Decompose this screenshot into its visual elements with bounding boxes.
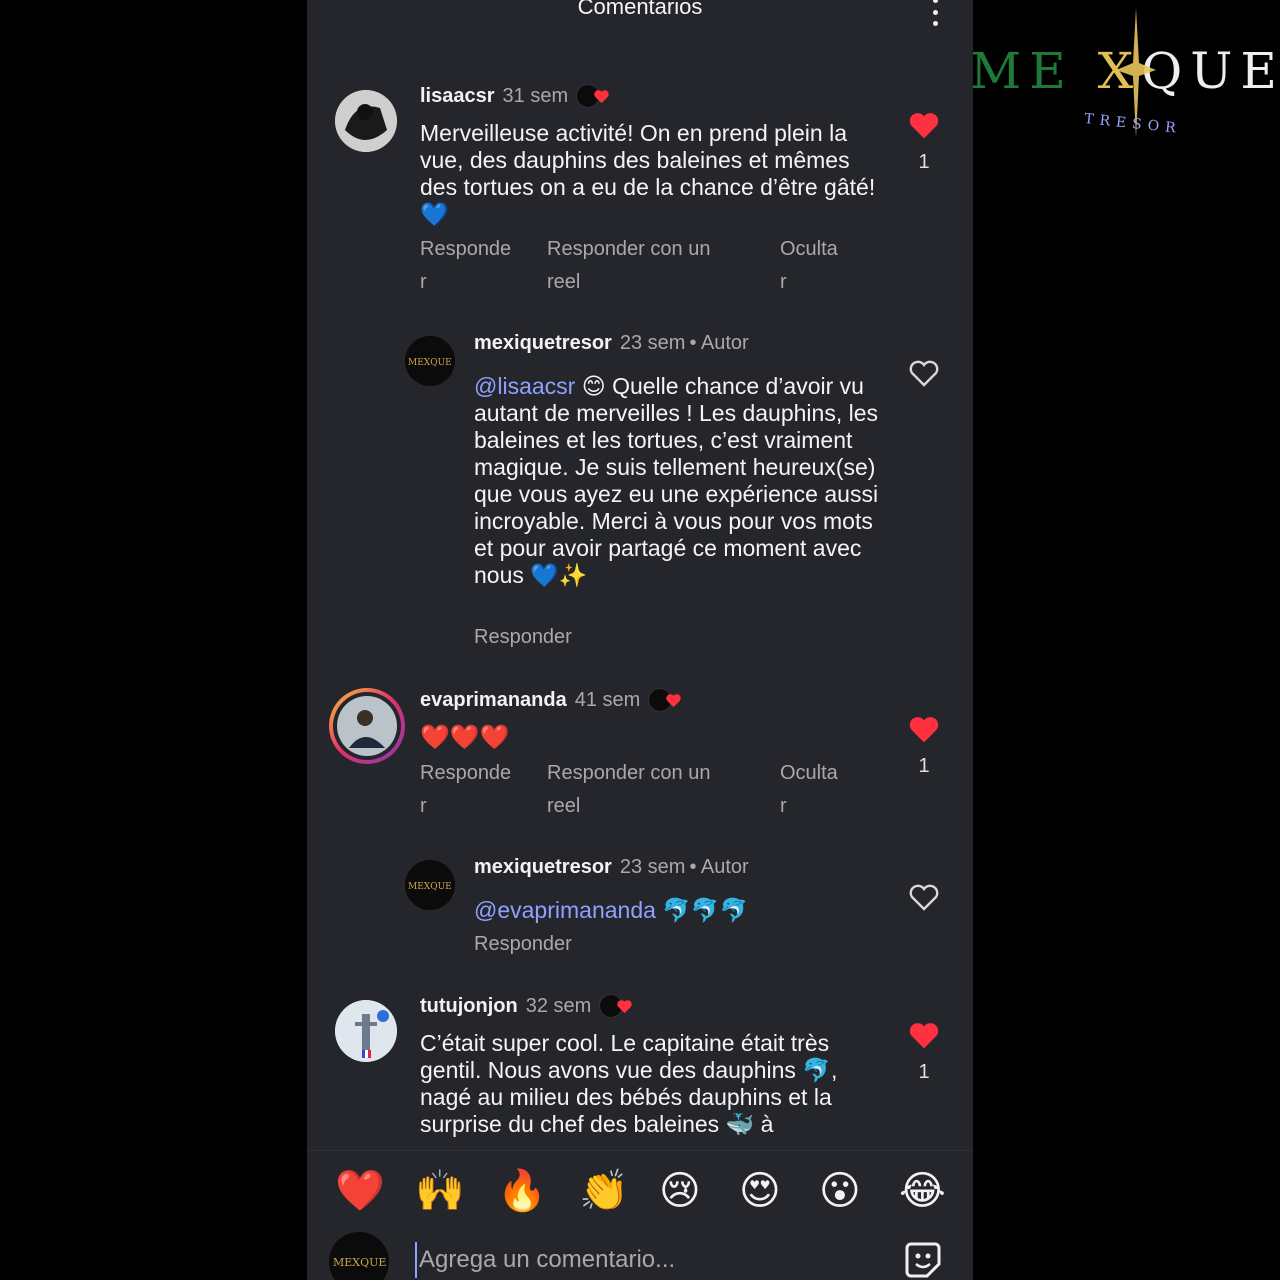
timestamp: 23 sem [619, 856, 686, 878]
mention-link[interactable]: @lisaacsr [474, 373, 575, 399]
like-count: 1 [918, 151, 930, 173]
page-title: Comentarios [577, 0, 703, 19]
username[interactable]: tutujonjon [420, 995, 518, 1018]
author-badge: • Autor [689, 332, 749, 354]
timestamp: 31 sem [502, 84, 569, 107]
username[interactable]: mexiquetresor [474, 332, 612, 355]
mention-link[interactable]: @evaprimananda [474, 897, 656, 923]
hide-button[interactable]: Oculta r [780, 233, 838, 299]
reply-button[interactable]: Responder [420, 757, 511, 823]
author-badge: • Autor [689, 856, 749, 878]
avatar[interactable] [335, 1000, 397, 1062]
username[interactable]: mexiquetresor [474, 856, 612, 879]
avatar[interactable]: MEXQUE [405, 860, 455, 910]
like-control[interactable]: 1 [904, 1020, 944, 1084]
svg-text:MEXQUE: MEXQUE [408, 882, 452, 892]
reply-button[interactable]: Responder [474, 933, 572, 956]
comment-text: Merveilleuse activité! On en prend plein… [420, 120, 876, 227]
heart-filled-icon[interactable] [908, 110, 940, 140]
timestamp: 32 sem [525, 994, 592, 1017]
author-liked-badge [576, 84, 610, 108]
brand-logo: ME XQUE TRESOR [966, 8, 1280, 148]
svg-text:MEXQUE: MEXQUE [333, 1256, 386, 1269]
avatar[interactable]: MEXQUE [405, 336, 455, 386]
username[interactable]: lisaacsr [420, 85, 495, 108]
comment-actions: Responde r Responder con un reel Oculta r [420, 233, 880, 303]
comments-panel: Comentarios lisaacsr 31 sem Merveilleuse… [307, 0, 973, 1280]
reply-with-reel-button[interactable]: Responder con un reel [547, 233, 710, 299]
comment-meta: tutujonjon 32 sem [420, 994, 633, 1018]
emoji-surprised[interactable]: 😮 [819, 1169, 861, 1213]
comment-actions: Responde r Responder con un reel Oculta r [420, 757, 880, 827]
like-control[interactable] [904, 358, 944, 393]
reply-button[interactable]: Responder [420, 233, 511, 299]
timestamp: 23 sem [619, 332, 686, 354]
emoji-clap[interactable]: 👏 [579, 1169, 629, 1213]
comment-input[interactable] [415, 1242, 875, 1278]
reply-text: @evaprimananda 🐬🐬🐬 [474, 897, 749, 923]
like-control[interactable] [904, 882, 944, 917]
heart-outline-icon[interactable] [908, 358, 940, 388]
avatar-story-ring[interactable] [329, 688, 405, 764]
emoji-heart[interactable]: ❤️ [335, 1169, 385, 1213]
like-control[interactable]: 1 [904, 110, 944, 174]
emoji-raised-hands[interactable]: 🙌 [415, 1169, 465, 1213]
emoji-heart-eyes[interactable]: 😍 [739, 1169, 781, 1213]
like-count: 1 [918, 755, 930, 777]
avatar[interactable] [335, 90, 397, 152]
reply-text: @lisaacsr 😊 Quelle chance d’avoir vu aut… [474, 373, 879, 588]
emoji-laughing[interactable]: 😂 [899, 1169, 946, 1213]
reply-button[interactable]: Responder [474, 626, 572, 649]
reply-meta: mexiquetresor 23 sem • Autor [474, 332, 749, 355]
quick-emoji-bar: ❤️ 🙌 🔥 👏 😢 😍 😮 😂 [307, 1150, 973, 1230]
more-options-icon[interactable] [931, 0, 939, 26]
comment-text: ❤️❤️❤️ [420, 724, 510, 751]
heart-filled-icon[interactable] [908, 1020, 940, 1050]
svg-text:MEXQUE: MEXQUE [408, 358, 452, 368]
emoji-crying[interactable]: 😢 [659, 1169, 701, 1213]
author-liked-badge [599, 994, 633, 1018]
reply-with-reel-button[interactable]: Responder con un reel [547, 757, 710, 823]
current-user-avatar: MEXQUE [329, 1232, 389, 1280]
hide-button[interactable]: Oculta r [780, 757, 838, 823]
emoji-fire[interactable]: 🔥 [497, 1169, 547, 1213]
comment-text: C’était super cool. Le capitaine était t… [420, 1030, 838, 1137]
reply-meta: mexiquetresor 23 sem • Autor [474, 856, 749, 879]
heart-outline-icon[interactable] [908, 882, 940, 912]
author-liked-badge [648, 688, 682, 712]
comment-meta: lisaacsr 31 sem [420, 84, 610, 108]
like-count: 1 [918, 1061, 930, 1083]
timestamp: 41 sem [574, 688, 641, 711]
sticker-icon[interactable] [903, 1240, 943, 1280]
comment-composer: MEXQUE [307, 1230, 973, 1280]
comment-meta: evaprimananda 41 sem [420, 688, 682, 712]
username[interactable]: evaprimananda [420, 689, 567, 712]
heart-filled-icon[interactable] [908, 714, 940, 744]
like-control[interactable]: 1 [904, 714, 944, 778]
